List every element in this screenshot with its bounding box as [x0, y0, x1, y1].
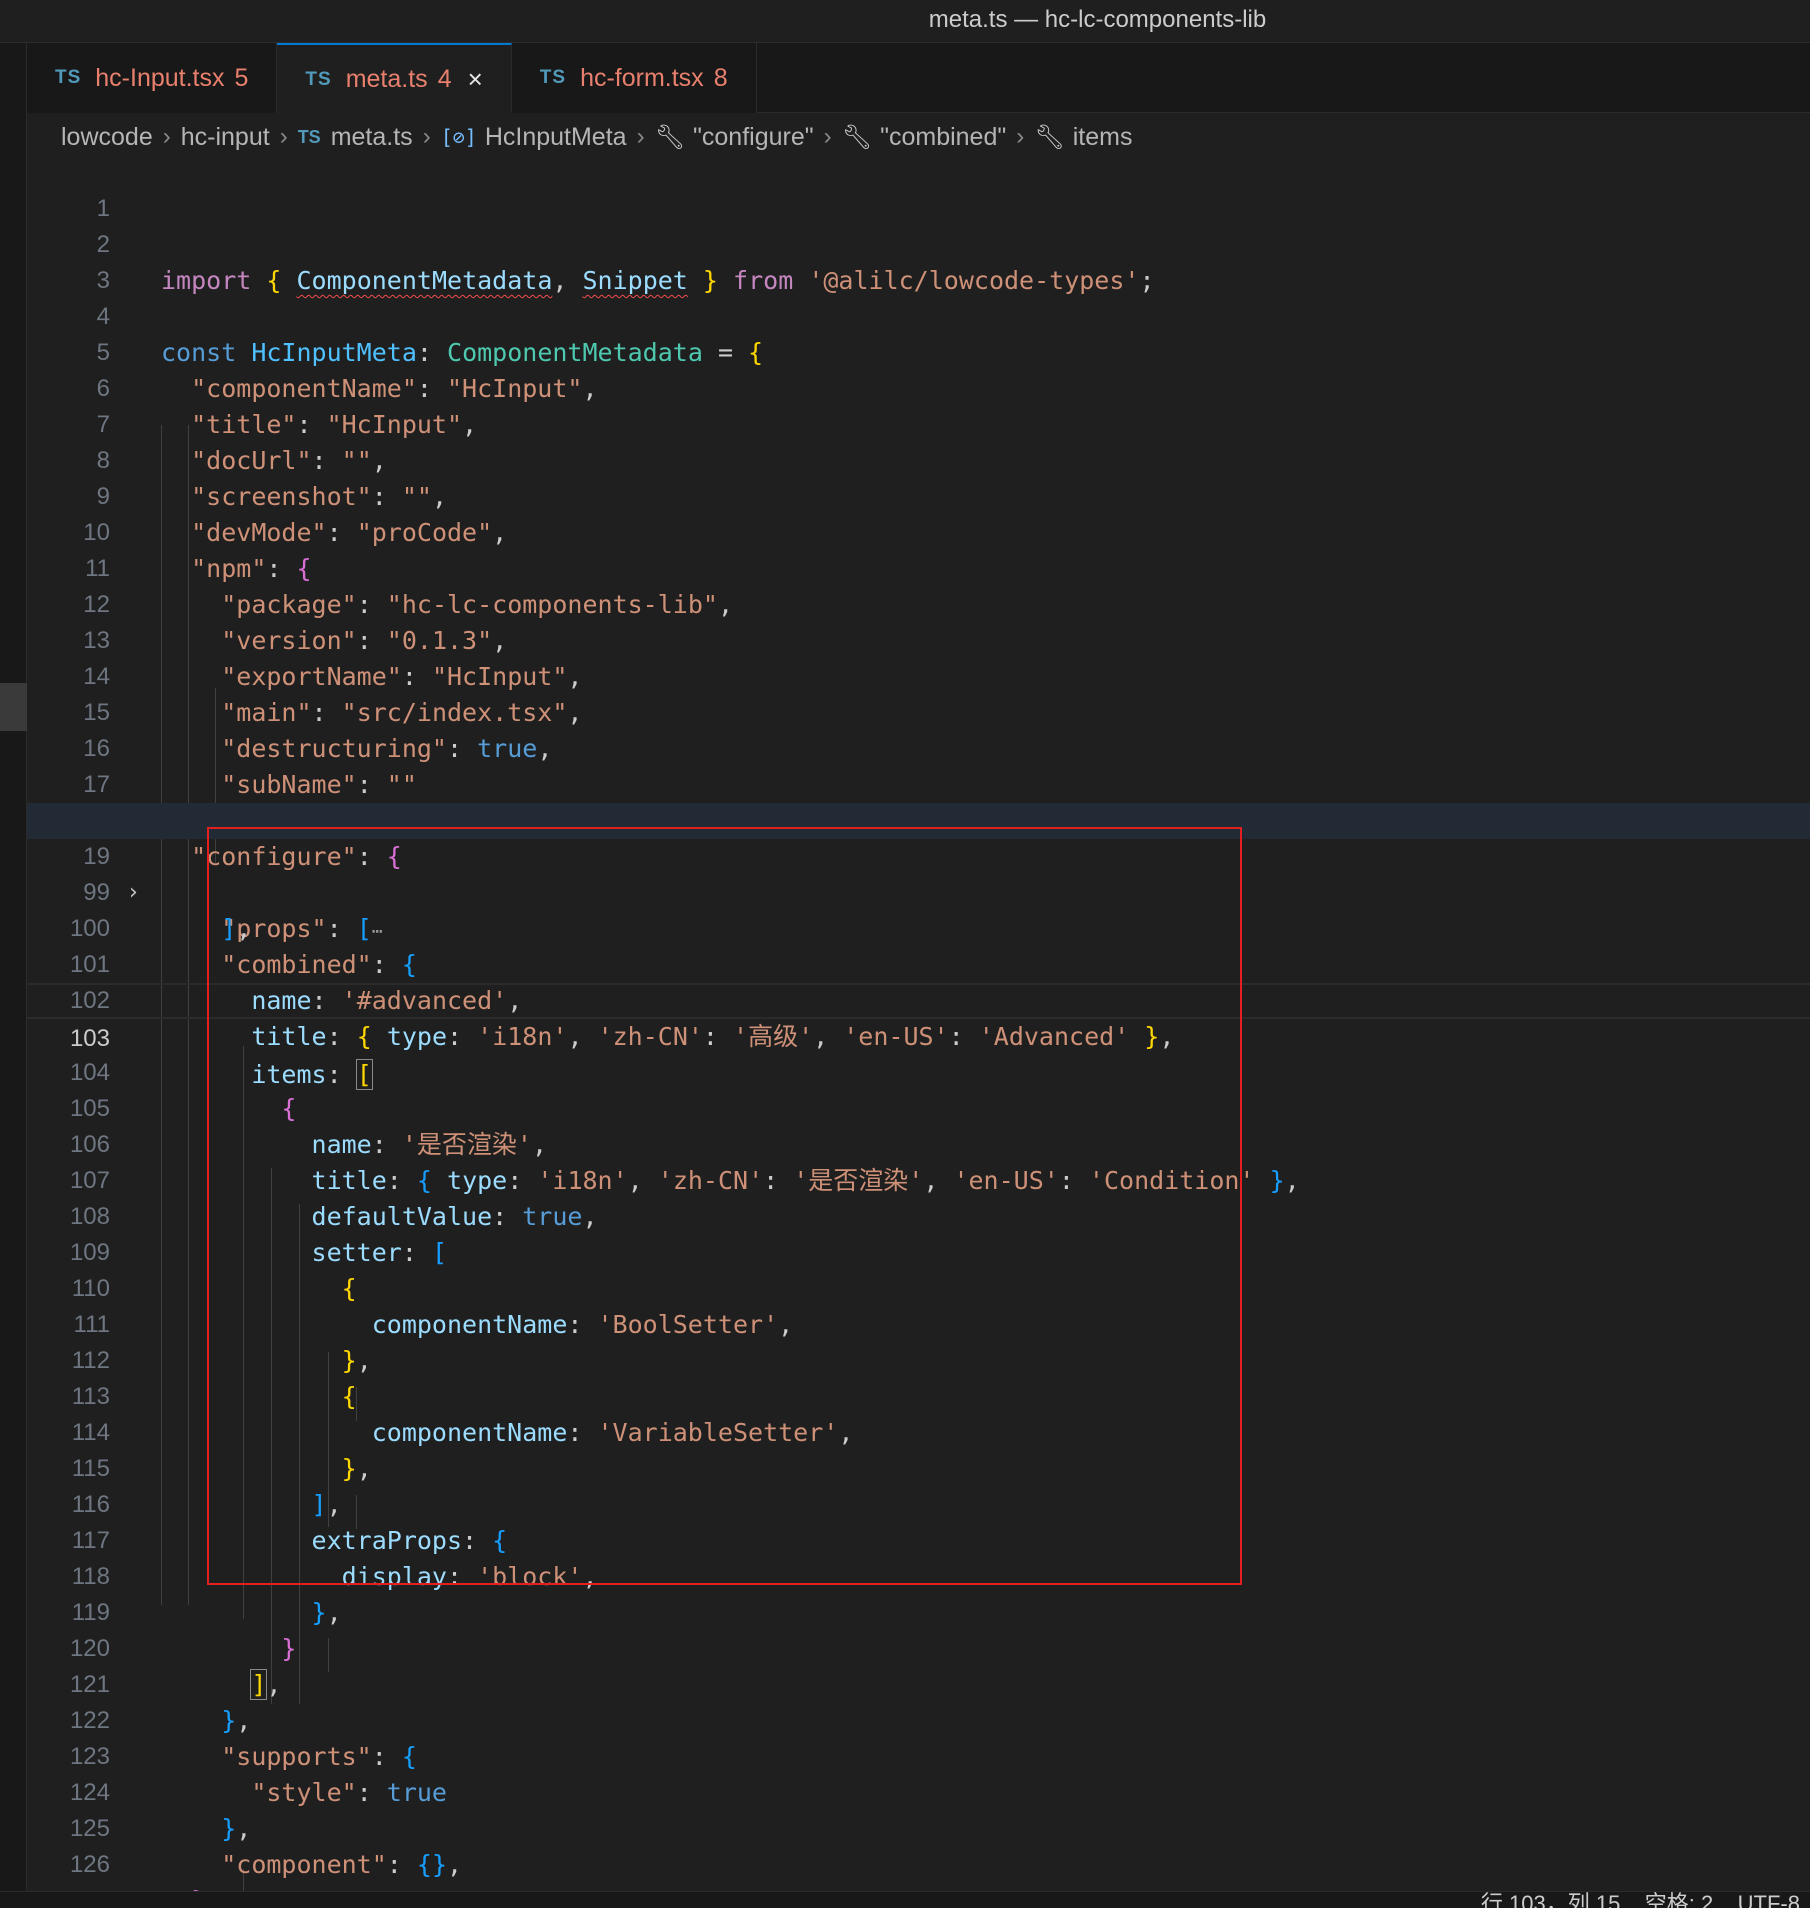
chevron-right-icon: › [823, 123, 832, 150]
code-line[interactable]: 105 name: '是否渲染', [27, 1055, 1810, 1159]
wrench-icon: 🔧︎ [1034, 123, 1065, 151]
activity-bar [0, 43, 27, 1891]
code-line[interactable]: 1 [27, 155, 1810, 222]
typescript-icon: TS [305, 68, 332, 90]
code-line[interactable]: 4 const HcInputMeta: ComponentMetadata =… [27, 263, 1810, 367]
code-line-current[interactable]: 103 items: [ [27, 983, 1810, 1090]
code-line[interactable]: 14 "main": "src/index.tsx", [27, 623, 1810, 727]
code-line[interactable]: 117 display: 'block', [27, 1487, 1810, 1591]
code-line[interactable]: 127 }; [27, 1847, 1810, 1908]
code-line[interactable]: 114 }, [27, 1379, 1810, 1483]
tab-bar-empty-space [757, 43, 1810, 112]
tab-hc-input[interactable]: TS hc-Input.tsx 5 [27, 43, 278, 113]
code-line[interactable]: 110 componentName: 'BoolSetter', [27, 1235, 1810, 1339]
breadcrumb-item-hc-input[interactable]: hc-input [181, 123, 270, 152]
breadcrumb-item-combined[interactable]: "combined" [880, 123, 1006, 152]
code-editor[interactable]: 1 2 import { ComponentMetadata, Snippet … [27, 155, 1810, 1908]
tab-label: hc-form.tsx [580, 63, 704, 92]
code-line[interactable]: 116 extraProps: { [27, 1451, 1810, 1555]
code-line[interactable]: 12 "version": "0.1.3", [27, 551, 1810, 655]
typescript-icon: TS [297, 126, 321, 147]
code-line[interactable]: 102 title: { type: 'i18n', 'zh-CN': '高级'… [27, 947, 1810, 1051]
close-icon[interactable]: × [468, 64, 483, 95]
code-line[interactable]: 101 name: '#advanced', [27, 911, 1810, 1015]
status-text[interactable]: 行 103，列 15 空格: 2 UTF-8 [1481, 1892, 1800, 1908]
code-line[interactable]: 111 }, [27, 1271, 1810, 1375]
breadcrumb-item-meta-ts[interactable]: meta.ts [331, 123, 413, 152]
status-bar: 行 103，列 15 空格: 2 UTF-8 [0, 1891, 1810, 1908]
code-line[interactable]: 120 ], [27, 1595, 1810, 1700]
code-line-folded[interactable]: 19 › "props": [⋯ [27, 803, 1810, 943]
code-line[interactable]: 122 "supports": { [27, 1667, 1810, 1771]
tab-label: meta.ts [345, 65, 428, 93]
code-line[interactable]: 99 ], [27, 839, 1810, 943]
tab-label: hc-Input.tsx [95, 63, 225, 92]
code-line[interactable]: 18 "configure": { [27, 767, 1810, 871]
variable-symbol-icon: [⊘] [440, 125, 477, 149]
tab-meta[interactable]: TS meta.ts 4 × [277, 43, 512, 114]
breadcrumb: lowcode › hc-input › TS meta.ts › [⊘] Hc… [27, 113, 1810, 161]
breadcrumb-item-configure[interactable]: "configure" [693, 123, 814, 152]
code-line[interactable]: 109 { [27, 1199, 1810, 1303]
chevron-right-icon: › [279, 123, 288, 150]
activity-item-indicator[interactable] [0, 683, 27, 731]
code-line[interactable]: 113 componentName: 'VariableSetter', [27, 1343, 1810, 1447]
editor-tab-bar: TS hc-Input.tsx 5 TS meta.ts 4 × TS hc-f… [27, 43, 1810, 114]
chevron-right-icon: › [1016, 123, 1025, 150]
code-line[interactable]: 7 "docUrl": "", [27, 371, 1810, 475]
code-line[interactable]: 124 }, [27, 1739, 1810, 1843]
window-title: meta.ts — hc-lc-components-lib [928, 6, 1267, 33]
code-line[interactable]: 100 "combined": { [27, 875, 1810, 979]
code-line[interactable]: 121 }, [27, 1631, 1810, 1735]
code-line[interactable]: 15 "destructuring": true, [27, 659, 1810, 763]
wrench-icon: 🔧︎ [654, 123, 686, 151]
code-line[interactable]: 9 "devMode": "proCode", [27, 443, 1810, 547]
code-line[interactable]: 108 setter: [ [27, 1163, 1810, 1267]
code-line[interactable]: 115 ], [27, 1415, 1810, 1519]
code-line[interactable]: 13 "exportName": "HcInput", [27, 587, 1810, 691]
code-line[interactable]: 118 }, [27, 1523, 1810, 1627]
code-line[interactable]: 16 "subName": "" [27, 695, 1810, 799]
code-line[interactable]: 6 "title": "HcInput", [27, 335, 1810, 439]
problem-count-badge: 8 [713, 63, 728, 92]
code-line[interactable]: 8 "screenshot": "", [27, 407, 1810, 511]
code-line[interactable]: 126 } [27, 1811, 1810, 1908]
chevron-right-icon: › [162, 123, 171, 150]
code-line[interactable]: 107 defaultValue: true, [27, 1127, 1810, 1231]
chevron-right-icon: › [422, 123, 431, 150]
code-line[interactable]: 125 "component": {}, [27, 1775, 1810, 1879]
tab-hc-form[interactable]: TS hc-form.tsx 8 [511, 43, 757, 113]
code-line[interactable]: 123 "style": true [27, 1703, 1810, 1807]
wrench-icon: 🔧︎ [841, 123, 873, 151]
code-line[interactable]: 112 { [27, 1307, 1810, 1411]
code-line[interactable]: 3 [27, 227, 1810, 294]
code-line[interactable]: 5 "componentName": "HcInput", [27, 299, 1810, 403]
problem-count-badge: 5 [234, 63, 249, 92]
code-line[interactable]: 119 } [27, 1559, 1810, 1663]
code-line[interactable]: 10 "npm": { [27, 479, 1810, 583]
chevron-right-icon: › [636, 123, 645, 150]
code-line[interactable]: 104 { [27, 1019, 1810, 1123]
problem-count-badge: 4 [437, 65, 452, 93]
title-bar: meta.ts — hc-lc-components-lib [0, 0, 1810, 43]
code-line[interactable]: 106 title: { type: 'i18n', 'zh-CN': '是否渲… [27, 1091, 1810, 1195]
typescript-icon: TS [55, 67, 82, 88]
code-line[interactable]: 2 import { ComponentMetadata, Snippet } … [27, 191, 1810, 295]
breadcrumb-item-hcinputmeta[interactable]: HcInputMeta [485, 123, 627, 152]
code-line[interactable]: 11 "package": "hc-lc-components-lib", [27, 515, 1810, 619]
breadcrumb-item-items[interactable]: items [1073, 123, 1133, 152]
breadcrumb-item-lowcode[interactable]: lowcode [61, 123, 153, 152]
typescript-icon: TS [539, 67, 567, 88]
code-line[interactable]: 17 }, [27, 731, 1810, 835]
